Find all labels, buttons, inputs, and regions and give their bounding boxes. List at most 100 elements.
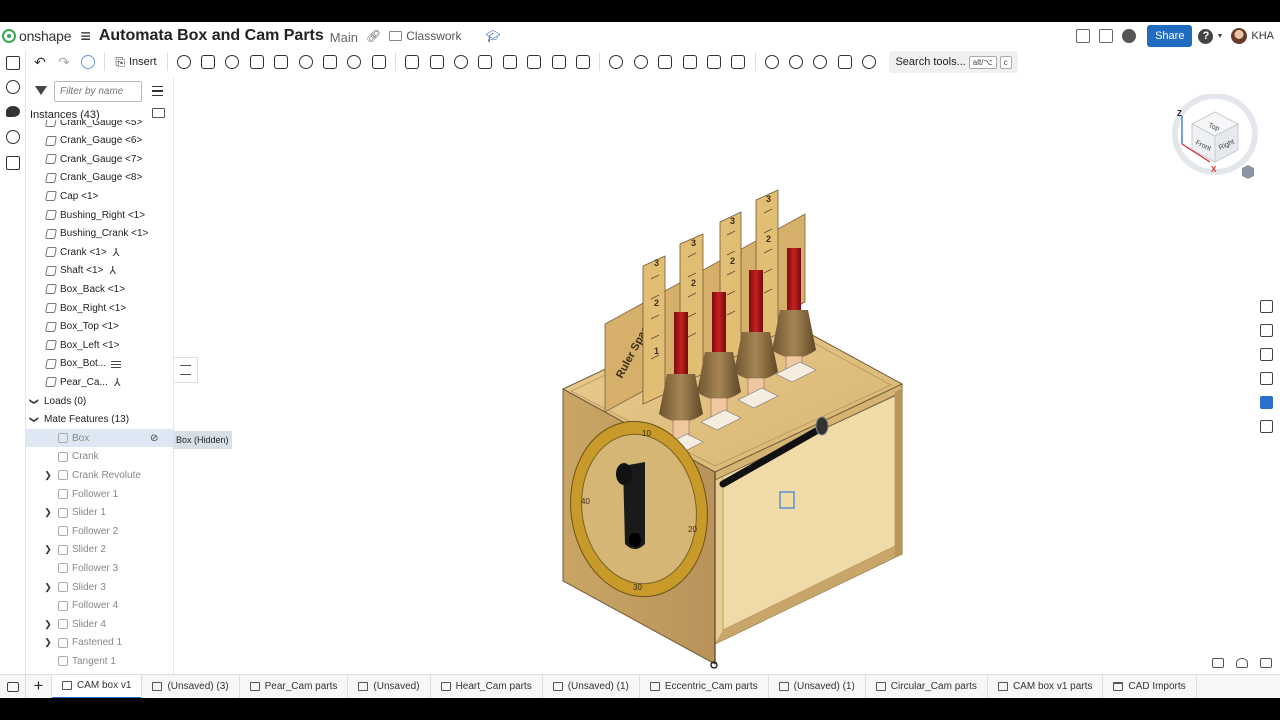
hamburger-menu-icon[interactable]: ≡ [80, 26, 91, 47]
display-states-tool[interactable] [857, 50, 881, 74]
measure-tool[interactable] [702, 50, 726, 74]
follower-rod-3[interactable] [749, 270, 763, 334]
tab-6[interactable]: Eccentric_Cam parts [640, 674, 769, 698]
instance-row[interactable]: Bushing_Right <1> [26, 206, 174, 224]
onshape-logo[interactable]: onshape [2, 28, 72, 44]
workspace-branch[interactable]: Main [330, 30, 358, 45]
instance-row[interactable]: Crank_Gauge <8> [26, 169, 174, 187]
mate-feature-row[interactable]: ❯ Fastened 1 [26, 634, 174, 652]
chevron-right-icon[interactable]: ❯ [42, 470, 54, 481]
feature-list-icon[interactable] [6, 56, 20, 70]
ruler-gauge-1[interactable] [642, 255, 666, 405]
display-options-icon[interactable] [1260, 658, 1272, 668]
tab-5[interactable]: (Unsaved) (1) [543, 674, 640, 698]
mate-feature-row[interactable]: Follower 2 [26, 522, 174, 540]
render-mode-icon[interactable] [1236, 658, 1248, 668]
graduation-cap-icon[interactable]: 🎓︎ [486, 29, 501, 43]
instance-row[interactable]: Box_Right <1> [26, 299, 174, 317]
pin-slot-mate-tool[interactable] [318, 50, 342, 74]
instance-row[interactable]: Pear_Ca... ⅄ [26, 373, 174, 391]
screw-relation-tool[interactable] [498, 50, 522, 74]
chevron-right-icon[interactable]: ❯ [42, 544, 54, 555]
automata-box-model[interactable]: Ruler Space 3 2 1 3 2 3 2 3 2 10 20 30 4… [175, 74, 1280, 674]
version-history-icon[interactable] [6, 130, 20, 144]
tab-3[interactable]: (Unsaved) [348, 674, 431, 698]
avatar[interactable] [1231, 28, 1248, 44]
chevron-right-icon[interactable]: ❯ [42, 582, 54, 593]
loads-section-header[interactable]: ❯ Loads (0) [26, 392, 174, 410]
graphics-viewport[interactable]: Ruler Space 3 2 1 3 2 3 2 3 2 10 20 30 4… [175, 74, 1280, 674]
instance-row[interactable]: Crank_Gauge <6> [26, 132, 174, 150]
revolute-mate-tool[interactable] [220, 50, 244, 74]
view-cube[interactable]: Top Front Right Z X [1160, 94, 1260, 184]
learning-center-icon[interactable] [1122, 29, 1137, 43]
ball-mate-tool[interactable] [342, 50, 366, 74]
mate-values-icon[interactable] [1260, 348, 1273, 361]
rack-pinion-tool[interactable] [473, 50, 497, 74]
named-views-icon[interactable] [1212, 658, 1224, 668]
tab-10[interactable]: CAD Imports [1103, 674, 1197, 698]
insert-button[interactable]: ⎘ Insert [109, 55, 162, 70]
folder-name[interactable]: Classwork [406, 29, 461, 43]
instance-row[interactable]: Box_Left <1> [26, 336, 174, 354]
instance-row[interactable]: Box_Top <1> [26, 318, 174, 336]
chevron-right-icon[interactable]: ❯ [42, 637, 54, 648]
limits-tool[interactable] [784, 50, 808, 74]
filter-icon[interactable] [35, 86, 47, 95]
help-icon[interactable]: ? [1198, 28, 1214, 44]
mate-feature-row[interactable]: ❯ Crank Revolute [26, 466, 174, 484]
linear-relation-tool[interactable] [522, 50, 546, 74]
filter-input[interactable] [54, 81, 142, 102]
tab-8[interactable]: Circular_Cam parts [866, 674, 988, 698]
cylindrical-mate-tool[interactable] [293, 50, 317, 74]
document-notes-icon[interactable] [1076, 29, 1091, 43]
follower-rod-2[interactable] [712, 292, 726, 354]
redo-icon[interactable]: ↷ [52, 54, 76, 71]
explode-view-tool[interactable] [677, 50, 701, 74]
instance-row[interactable]: Shaft <1> ⅄ [26, 262, 174, 280]
mate-feature-row[interactable]: Follower 3 [26, 559, 174, 577]
document-title[interactable]: Automata Box and Cam Parts [99, 27, 324, 45]
fastened-mate-tool[interactable] [196, 50, 220, 74]
mate-feature-row[interactable]: Crank [26, 448, 174, 466]
section-view-tool[interactable] [653, 50, 677, 74]
interference-tool[interactable] [833, 50, 857, 74]
eye-slash-icon[interactable]: ⊘ [150, 433, 158, 444]
follower-cone-1[interactable] [659, 374, 703, 422]
link-icon[interactable]: 🔗︎ [366, 29, 381, 43]
tab-manager-button[interactable] [0, 674, 26, 698]
instance-row[interactable]: Crank_Gauge <7> [26, 150, 174, 168]
follower-cone-4[interactable] [772, 310, 816, 358]
mate-feature-row[interactable]: ❯ Slider 3 [26, 578, 174, 596]
view-options-cube-icon[interactable] [1242, 165, 1254, 179]
mate-feature-row[interactable]: Follower 4 [26, 597, 174, 615]
chevron-right-icon[interactable]: ❯ [42, 619, 54, 630]
add-tab-button[interactable]: + [26, 674, 52, 698]
bom-panel-icon[interactable] [1260, 372, 1273, 385]
animate-tool[interactable] [760, 50, 784, 74]
instance-row[interactable]: Crank_Gauge <5> [26, 120, 174, 131]
tab-1[interactable]: (Unsaved) (3) [142, 674, 240, 698]
chevron-down-icon[interactable]: ❯ [29, 395, 40, 407]
gear-tool[interactable] [604, 50, 628, 74]
mate-feature-row[interactable]: ❯ Slider 2 [26, 541, 174, 559]
chevron-down-icon[interactable]: ▼ [1216, 33, 1223, 40]
instance-row[interactable]: Cap <1> [26, 187, 174, 205]
gear-relation-tool[interactable] [449, 50, 473, 74]
properties-icon[interactable] [1260, 300, 1273, 313]
search-tools-button[interactable]: Search tools... alt/⌥ c [889, 51, 1018, 73]
follower-rod-4[interactable] [787, 248, 801, 312]
configurations-icon[interactable] [1260, 396, 1273, 409]
pattern-tool[interactable] [571, 50, 595, 74]
mass-properties-tool[interactable] [726, 50, 750, 74]
parallel-mate-tool[interactable] [367, 50, 391, 74]
custom-features-icon[interactable] [1260, 420, 1273, 433]
simulation-tool[interactable] [808, 50, 832, 74]
app-store-icon[interactable] [1099, 29, 1114, 43]
instance-row[interactable]: Bushing_Crank <1> [26, 225, 174, 243]
settings-tool[interactable] [629, 50, 653, 74]
user-initials[interactable]: KHA [1251, 30, 1274, 42]
list-view-icon[interactable] [152, 86, 163, 96]
mate-feature-row[interactable]: ❯ Slider 1 [26, 504, 174, 522]
follower-rod-1[interactable] [674, 312, 688, 374]
